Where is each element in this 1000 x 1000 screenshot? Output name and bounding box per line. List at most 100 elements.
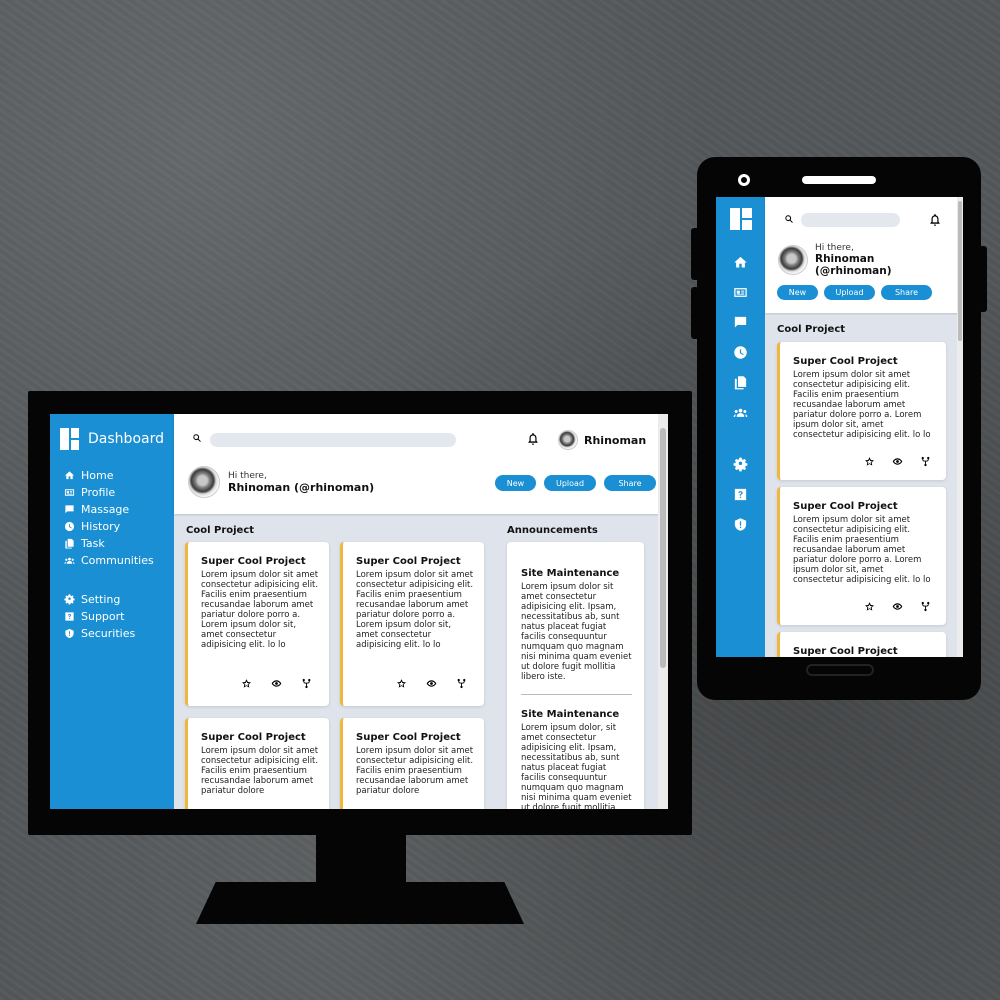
- profile-card-icon[interactable]: [732, 283, 750, 301]
- bell-icon[interactable]: [928, 213, 942, 227]
- gear-icon: [63, 594, 75, 606]
- mobile-main: Hi there, Rhinoman (@rhinoman) New Uploa…: [765, 197, 963, 657]
- star-icon[interactable]: [862, 454, 876, 468]
- message-icon: [63, 504, 75, 516]
- greeting-small: Hi there,: [815, 243, 854, 253]
- share-button[interactable]: Share: [881, 285, 932, 300]
- new-button[interactable]: New: [495, 475, 536, 491]
- project-card[interactable]: Super Cool Project Lorem ipsum dolor sit…: [340, 542, 484, 706]
- announcements-panel: Site Maintenance Lorem ipsum dolor sit a…: [507, 542, 644, 809]
- share-button[interactable]: Share: [604, 475, 656, 491]
- announcement-item[interactable]: Site Maintenance Lorem ipsum dolor, sit …: [521, 709, 632, 809]
- desktop-scrollbar[interactable]: [658, 414, 668, 809]
- desktop-sidebar: Dashboard Home Profile Massage History T…: [50, 414, 174, 809]
- project-card[interactable]: Super Cool Project Lorem ipsum dolor sit…: [777, 342, 946, 480]
- sidebar-item-label: Setting: [81, 593, 121, 606]
- desktop-nav: Home Profile Massage History Task Commun…: [50, 467, 174, 642]
- fork-icon[interactable]: [918, 454, 932, 468]
- mobile-scrollbar[interactable]: [957, 197, 963, 657]
- card-body: Lorem ipsum dolor sit amet consectetur a…: [793, 515, 931, 585]
- desktop-brand[interactable]: Dashboard: [50, 414, 174, 454]
- upload-button[interactable]: Upload: [824, 285, 875, 300]
- sidebar-item-label: Home: [81, 469, 114, 482]
- watch-icon[interactable]: [890, 599, 904, 613]
- document-icon[interactable]: [732, 373, 750, 391]
- dashboard-logo-icon: [60, 428, 80, 450]
- help-icon: [63, 611, 75, 623]
- sidebar-item-massage[interactable]: Massage: [63, 501, 174, 518]
- new-button[interactable]: New: [777, 285, 818, 300]
- project-card[interactable]: Super Cool Project: [777, 632, 946, 657]
- card-body: Lorem ipsum dolor sit amet consectetur a…: [356, 570, 474, 650]
- project-card[interactable]: Super Cool Project Lorem ipsum dolor sit…: [185, 542, 329, 706]
- phone-speaker: [802, 176, 876, 184]
- sidebar-item-setting[interactable]: Setting: [63, 591, 174, 608]
- phone-side-button: [691, 228, 699, 280]
- avatar: [558, 430, 578, 450]
- search-icon[interactable]: [784, 214, 794, 224]
- user-menu[interactable]: Rhinoman: [558, 430, 646, 450]
- sidebar-item-label: Profile: [81, 486, 116, 499]
- sidebar-item-history[interactable]: History: [63, 518, 174, 535]
- scrollbar-thumb[interactable]: [958, 201, 962, 341]
- bell-icon[interactable]: [526, 432, 540, 446]
- sidebar-item-communities[interactable]: Communities: [63, 552, 174, 569]
- greeting-handle: (@rhinoman): [815, 265, 892, 277]
- card-actions: [862, 454, 932, 468]
- phone-side-button: [691, 287, 699, 339]
- announcement-item[interactable]: Site Maintenance Lorem ipsum dolor sit a…: [521, 568, 632, 682]
- fork-icon[interactable]: [918, 599, 932, 613]
- people-icon[interactable]: [732, 403, 750, 421]
- message-icon[interactable]: [732, 313, 750, 331]
- card-title: Super Cool Project: [356, 556, 461, 567]
- desktop-main: Rhinoman Hi there, Rhinoman (@rhinoman) …: [174, 414, 668, 809]
- card-body: Lorem ipsum dolor sit amet consectetur a…: [793, 370, 931, 440]
- search-icon[interactable]: [192, 433, 202, 443]
- project-card[interactable]: Super Cool Project Lorem ipsum dolor sit…: [340, 718, 484, 809]
- star-icon[interactable]: [862, 599, 876, 613]
- watch-icon[interactable]: [424, 676, 438, 690]
- star-icon[interactable]: [239, 676, 253, 690]
- clock-icon[interactable]: [732, 343, 750, 361]
- announcement-body: Lorem ipsum dolor sit amet consectetur a…: [521, 582, 632, 682]
- card-body: Lorem ipsum dolor sit amet consectetur a…: [356, 746, 474, 796]
- gear-icon[interactable]: [732, 455, 750, 473]
- watch-icon[interactable]: [269, 676, 283, 690]
- scrollbar-thumb[interactable]: [660, 428, 666, 668]
- user-name: Rhinoman: [584, 433, 647, 447]
- search-input[interactable]: [210, 433, 456, 447]
- home-icon[interactable]: [732, 253, 750, 271]
- watch-icon[interactable]: [890, 454, 904, 468]
- sidebar-item-support[interactable]: Support: [63, 608, 174, 625]
- project-card[interactable]: Super Cool Project Lorem ipsum dolor sit…: [185, 718, 329, 809]
- sidebar-item-home[interactable]: Home: [63, 467, 174, 484]
- document-icon: [63, 538, 75, 550]
- fork-icon[interactable]: [454, 676, 468, 690]
- greeting: Hi there, Rhinoman (@rhinoman): [188, 466, 374, 498]
- announcement-body: Lorem ipsum dolor, sit amet consectetur …: [521, 723, 632, 809]
- dashboard-logo-icon[interactable]: [729, 208, 752, 230]
- card-title: Super Cool Project: [793, 501, 898, 512]
- section-title-projects: Cool Project: [186, 525, 255, 536]
- sidebar-item-label: History: [81, 520, 121, 533]
- upload-button[interactable]: Upload: [544, 475, 596, 491]
- sidebar-item-label: Support: [81, 610, 125, 623]
- project-card[interactable]: Super Cool Project Lorem ipsum dolor sit…: [777, 487, 946, 625]
- star-icon[interactable]: [394, 676, 408, 690]
- search-input[interactable]: [801, 213, 900, 227]
- greeting-small: Hi there,: [228, 470, 267, 481]
- help-icon[interactable]: [732, 485, 750, 503]
- sidebar-item-profile[interactable]: Profile: [63, 484, 174, 501]
- greeting: Hi there, Rhinoman (@rhinoman): [778, 243, 892, 277]
- sidebar-item-securities[interactable]: Securities: [63, 625, 174, 642]
- card-actions: [862, 599, 932, 613]
- card-actions: [394, 676, 468, 690]
- card-title: Super Cool Project: [793, 356, 898, 367]
- card-title: Super Cool Project: [793, 646, 898, 657]
- card-title: Super Cool Project: [356, 732, 461, 743]
- fork-icon[interactable]: [299, 676, 313, 690]
- shield-icon[interactable]: [732, 515, 750, 533]
- people-icon: [63, 555, 75, 567]
- sidebar-item-task[interactable]: Task: [63, 535, 174, 552]
- phone-home-button: [806, 664, 874, 676]
